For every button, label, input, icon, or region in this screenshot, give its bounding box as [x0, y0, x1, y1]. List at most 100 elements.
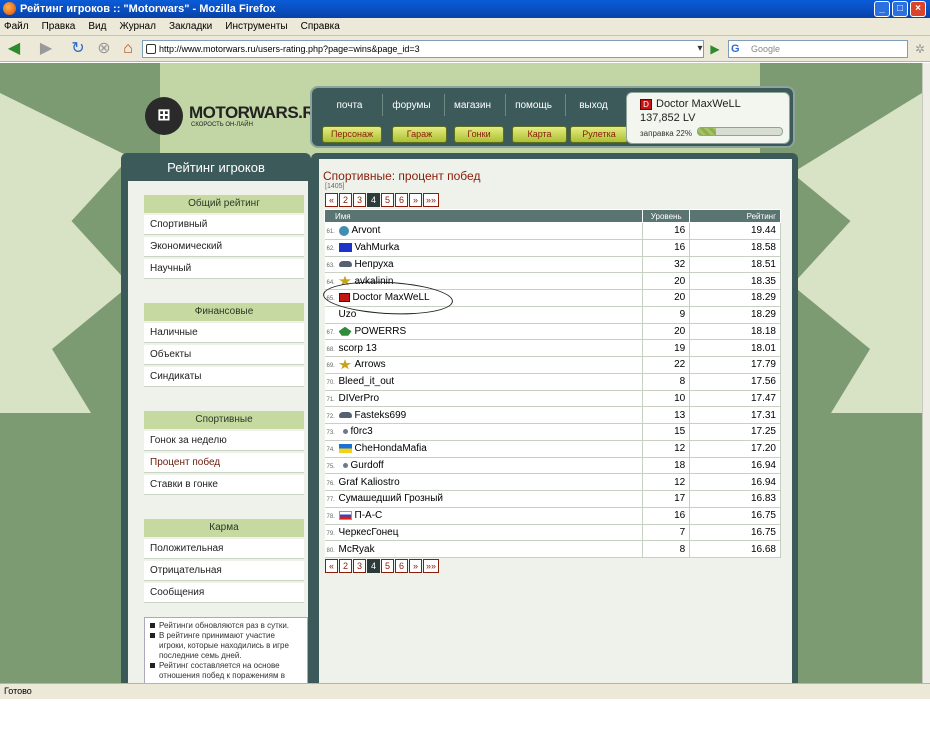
sidebar-item[interactable]: Объекты [144, 345, 304, 365]
page-link[interactable]: 5 [381, 193, 394, 207]
sidebar-item[interactable]: Спортивный [144, 215, 304, 235]
table-row: 65. Doctor MaxWeLL 20 18.29 [324, 289, 781, 307]
player-name-link[interactable]: Gurdoff [351, 460, 384, 471]
close-button[interactable]: × [910, 1, 926, 17]
row-position: 80. [326, 547, 335, 554]
row-position: 76. [326, 480, 335, 487]
player-name-link[interactable]: VahMurka [355, 242, 400, 253]
player-name-link[interactable]: Fasteks699 [355, 410, 407, 421]
back-arrow-icon[interactable]: ◀ [4, 39, 24, 59]
player-cell: 78. П-А-С [324, 507, 644, 525]
table-row: 80. McRyak 8 16.68 [324, 540, 781, 558]
page-link[interactable]: »» [423, 193, 439, 207]
sidebar-item[interactable]: Гонок за неделю [144, 431, 304, 451]
sidebar-item[interactable]: Синдикаты [144, 367, 304, 387]
player-car-icon [338, 261, 352, 268]
page-link[interactable]: « [325, 559, 338, 573]
map-button[interactable]: Карта [512, 126, 567, 143]
sidebar-item[interactable]: Наличные [144, 323, 304, 343]
races-button[interactable]: Гонки [454, 126, 504, 143]
user-name[interactable]: Doctor MaxWeLL [656, 98, 741, 110]
nav-link-mail[interactable]: почта [322, 100, 377, 111]
player-name-link[interactable]: Непруха [355, 259, 394, 270]
page-link[interactable]: 2 [339, 559, 352, 573]
page-link[interactable]: 2 [339, 193, 352, 207]
menu-edit[interactable]: Правка [42, 21, 76, 32]
player-name-link[interactable]: ЧеркесГонец [339, 527, 399, 538]
minimize-button[interactable]: _ [874, 1, 890, 17]
sidebar-section-header: Карма [144, 519, 304, 537]
reload-icon[interactable]: ↻ [68, 39, 88, 59]
url-bar[interactable]: http://www.motorwars.ru/users-rating.php… [142, 40, 704, 58]
page-link[interactable]: » [409, 193, 422, 207]
logo-text: MOTORWARS.RU [189, 103, 326, 122]
player-name-link[interactable]: Arvont [352, 225, 381, 236]
player-name-link[interactable]: DIVerPro [339, 393, 380, 404]
table-row: 67. POWERRS 20 18.18 [324, 323, 781, 341]
player-name-link[interactable]: McRyak [339, 544, 375, 555]
page-link[interactable]: 3 [353, 193, 366, 207]
menu-file[interactable]: Файл [4, 21, 29, 32]
page-link[interactable]: »» [423, 559, 439, 573]
player-name-link[interactable]: POWERRS [355, 326, 407, 337]
page-link[interactable]: » [409, 559, 422, 573]
maximize-button[interactable]: □ [892, 1, 908, 17]
page-link[interactable]: 5 [381, 559, 394, 573]
forward-arrow-icon[interactable]: ▶ [36, 39, 56, 59]
sidebar-item[interactable]: Научный [144, 259, 304, 279]
player-name-link[interactable]: Сумашедший Грозный [339, 493, 443, 504]
player-logo-icon [338, 293, 350, 303]
player-level: 8 [642, 373, 691, 391]
menu-bookmarks[interactable]: Закладки [169, 21, 212, 32]
page-link[interactable]: 6 [395, 193, 408, 207]
player-name-link[interactable]: Graf Kaliostro [339, 477, 400, 488]
sidebar-item[interactable]: Отрицательная [144, 561, 304, 581]
search-input[interactable]: G Google [728, 40, 908, 58]
player-name-link[interactable]: f0rc3 [351, 426, 373, 437]
nav-link-forums[interactable]: форумы [384, 100, 439, 111]
menu-tools[interactable]: Инструменты [225, 21, 287, 32]
player-name-link[interactable]: Bleed_it_out [339, 376, 395, 387]
player-rating: 18.18 [689, 323, 781, 341]
menu-view[interactable]: Вид [88, 21, 106, 32]
character-button[interactable]: Персонаж [322, 126, 382, 143]
nav-link-logout[interactable]: выход [566, 100, 621, 111]
player-name-link[interactable]: Uzo [339, 309, 357, 320]
row-position: 77. [326, 497, 335, 504]
vertical-scrollbar[interactable] [922, 63, 930, 683]
stop-icon[interactable]: ⊗ [94, 39, 114, 59]
column-header-name[interactable]: Имя [323, 209, 644, 223]
search-engine-icon[interactable]: G [731, 43, 740, 55]
sidebar-item[interactable]: Сообщения [144, 583, 304, 603]
player-name-link[interactable]: Arrows [355, 359, 386, 370]
menu-history[interactable]: Журнал [119, 21, 156, 32]
player-name-link[interactable]: CheHondaMafia [355, 443, 427, 454]
home-icon[interactable]: ⌂ [118, 39, 138, 59]
page-link[interactable]: 6 [395, 559, 408, 573]
page-link[interactable]: 4 [367, 193, 380, 207]
menu-help[interactable]: Справка [301, 21, 340, 32]
page-link[interactable]: « [325, 193, 338, 207]
nav-link-help[interactable]: помощь [506, 100, 561, 111]
player-name-link[interactable]: scorp 13 [339, 343, 377, 354]
row-position: 70. [326, 380, 335, 387]
column-header-level[interactable]: Уровень [642, 209, 691, 223]
page-link[interactable]: 4 [367, 559, 380, 573]
column-header-rating[interactable]: Рейтинг [689, 209, 781, 223]
site-logo[interactable]: ⊞ MOTORWARS.RU СКОРОСТЬ ОН-ЛАЙН [145, 97, 326, 137]
table-row: 74. CheHondaMafia 12 17.20 [324, 440, 781, 458]
sidebar-item[interactable]: Экономический [144, 237, 304, 257]
roulette-button[interactable]: Рулетка [570, 126, 628, 143]
go-icon[interactable]: ▶ [705, 39, 725, 59]
window-titlebar: Рейтинг игроков :: "Motorwars" - Mozilla… [0, 0, 930, 18]
garage-button[interactable]: Гараж [392, 126, 447, 143]
sidebar-item[interactable]: Процент побед [144, 453, 304, 473]
player-name-link[interactable]: Doctor MaxWeLL [353, 292, 430, 303]
player-name-link[interactable]: П-А-С [355, 510, 383, 521]
player-rating: 17.20 [689, 440, 781, 458]
player-name-link[interactable]: avkalinin [355, 276, 394, 287]
page-link[interactable]: 3 [353, 559, 366, 573]
sidebar-item[interactable]: Ставки в гонке [144, 475, 304, 495]
nav-link-shop[interactable]: магазин [445, 100, 500, 111]
sidebar-item[interactable]: Положительная [144, 539, 304, 559]
